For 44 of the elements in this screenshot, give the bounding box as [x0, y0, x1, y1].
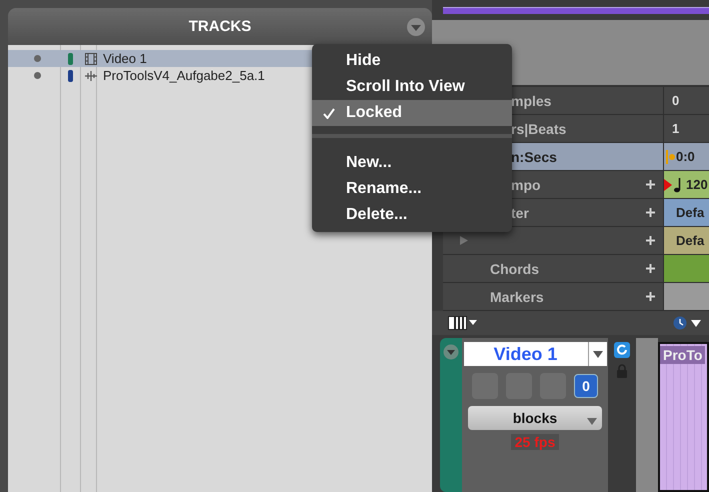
- caret-icon: [587, 418, 597, 425]
- ruler-label[interactable]: Chords: [443, 255, 663, 282]
- track-name: Video 1: [103, 51, 147, 66]
- menu-item[interactable]: Locked: [312, 100, 512, 126]
- waveform-icon: [85, 70, 97, 82]
- add-icon[interactable]: [646, 292, 655, 301]
- clock-icon[interactable]: [673, 316, 687, 330]
- add-icon[interactable]: [646, 236, 655, 245]
- film-icon: [85, 52, 97, 64]
- video-clip[interactable]: ProTo: [658, 342, 709, 492]
- ruler-name: n:Secs: [511, 148, 557, 164]
- ruler-label[interactable]: Markers: [443, 283, 663, 310]
- status-dot: [34, 55, 41, 62]
- ruler-value: 1: [663, 115, 709, 142]
- voice-button[interactable]: 0: [574, 374, 598, 398]
- add-icon[interactable]: [646, 180, 655, 189]
- add-icon[interactable]: [646, 208, 655, 217]
- ruler-name: mples: [511, 92, 552, 108]
- ruler-event: Defa: [663, 199, 709, 226]
- check-icon: [323, 108, 335, 119]
- ruler-value: 0:0: [663, 143, 709, 170]
- ruler-event: Defa: [663, 227, 709, 254]
- expand-icon[interactable]: [460, 236, 468, 245]
- track-name-field[interactable]: Video 1: [464, 342, 606, 366]
- frame-rate: 25 fps: [510, 434, 560, 450]
- view-mode-dropdown[interactable]: blocks: [468, 406, 602, 430]
- ruler-name: Chords: [490, 260, 539, 276]
- view-icon[interactable]: [448, 316, 478, 330]
- add-icon[interactable]: [646, 264, 655, 273]
- dropdown-icon[interactable]: [443, 344, 459, 360]
- clip-name: ProTo: [660, 346, 706, 364]
- caret-icon: [691, 320, 701, 326]
- ruler-name: rs|Beats: [511, 120, 566, 136]
- ruler-value: 0: [663, 87, 709, 114]
- ruler-name: ter: [511, 204, 529, 220]
- tempo-event: 120: [663, 171, 709, 198]
- panel-title: TRACKS: [188, 18, 252, 35]
- ruler-name: mpo: [511, 176, 541, 192]
- marker-icon: [666, 148, 676, 164]
- status-dot: [34, 72, 41, 79]
- caret-icon: [592, 350, 602, 358]
- dropdown-icon[interactable]: [406, 17, 426, 37]
- track-name: ProToolsV4_Aufgabe2_5a.1: [103, 68, 265, 83]
- ruler-name: Markers: [490, 288, 544, 304]
